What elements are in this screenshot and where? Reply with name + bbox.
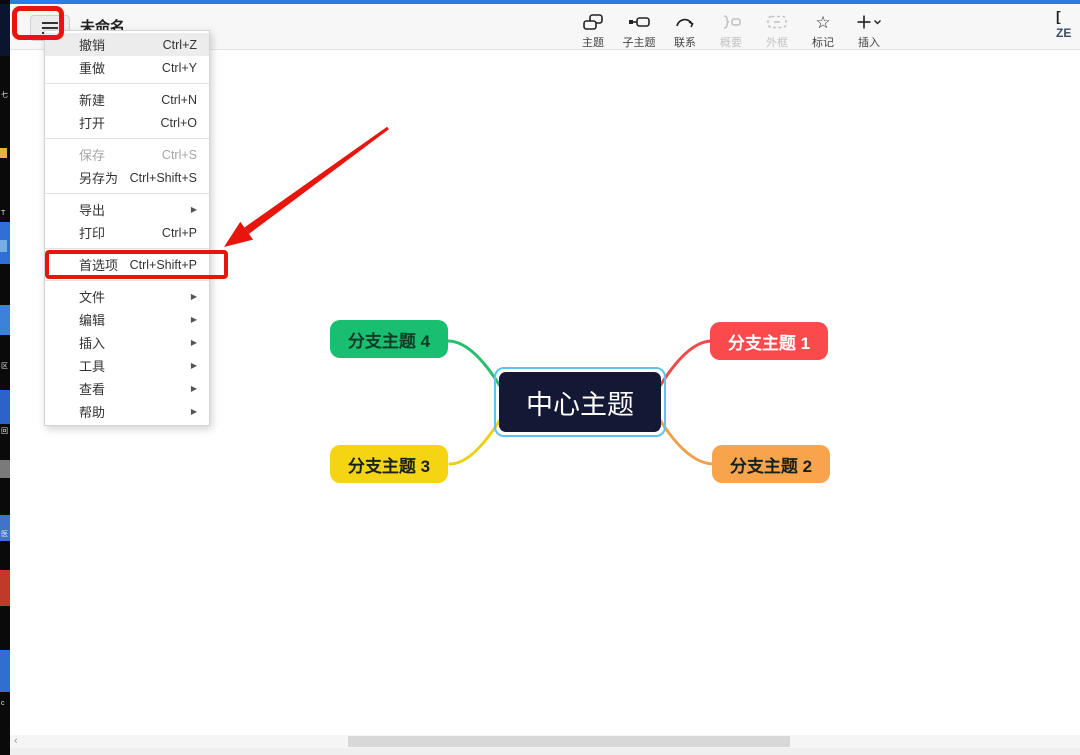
menu-separator <box>45 280 209 281</box>
toolbar-buttons: 主题 子主题 联系 概要 外框 ☆ 标记 插入 <box>570 12 892 50</box>
relationship-icon <box>674 12 696 32</box>
menu-item-new[interactable]: 新建 Ctrl+N <box>45 88 209 111</box>
taskbar-glyph: T <box>1 210 6 217</box>
taskbar-fragment <box>0 4 10 56</box>
submenu-arrow-icon: ▶ <box>190 384 197 393</box>
subtopic-button[interactable]: 子主题 <box>616 12 662 50</box>
scrollbar-left-arrow-icon[interactable]: ‹ <box>14 735 18 747</box>
taskbar-glyph: 医 <box>1 531 8 538</box>
connector-branch-3 <box>448 418 502 466</box>
taskbar-fragment <box>0 148 7 158</box>
menu-item-view[interactable]: 查看 ▶ <box>45 377 209 400</box>
insert-plus-icon <box>856 12 882 32</box>
submenu-arrow-icon: ▶ <box>190 407 197 416</box>
central-topic-node[interactable]: 中心主题 <box>499 372 661 432</box>
app-logo-icon: [ <box>1056 8 1061 24</box>
submenu-arrow-icon: ▶ <box>190 205 197 214</box>
menu-item-undo[interactable]: 撤销 Ctrl+Z <box>45 33 209 56</box>
menu-separator <box>45 83 209 84</box>
marker-star-icon: ☆ <box>815 12 831 32</box>
menu-item-help[interactable]: 帮助 ▶ <box>45 400 209 423</box>
submenu-arrow-icon: ▶ <box>190 338 197 347</box>
main-dropdown-menu: 撤销 Ctrl+Z 重做 Ctrl+Y 新建 Ctrl+N 打开 Ctrl+O 保存 Ct… <box>44 30 210 426</box>
boundary-icon <box>766 12 788 32</box>
background-window-strip: 七 T 区 回 医 c <box>0 0 10 755</box>
taskbar-fragment <box>0 570 10 606</box>
menu-item-insert[interactable]: 插入 ▶ <box>45 331 209 354</box>
hamburger-icon <box>42 22 58 24</box>
taskbar-fragment <box>0 460 10 478</box>
branch-topic-3-node[interactable]: 分支主题 3 <box>330 445 448 483</box>
submenu-arrow-icon: ▶ <box>190 361 197 370</box>
menu-separator <box>45 138 209 139</box>
taskbar-fragment <box>0 650 10 692</box>
branch-topic-1-node[interactable]: 分支主题 1 <box>710 322 828 360</box>
submenu-arrow-icon: ▶ <box>190 315 197 324</box>
taskbar-glyph: 区 <box>1 363 8 370</box>
connector-branch-2 <box>658 418 716 466</box>
summary-icon <box>720 12 742 32</box>
marker-button[interactable]: ☆ 标记 <box>800 12 846 50</box>
bottom-status-strip <box>10 748 1080 755</box>
app-window: 中心主题 分支主题 1 分支主题 2 分支主题 3 分支主题 4 未命名 主题 … <box>0 0 1080 755</box>
app-logo-badge: [ ZE <box>1056 8 1080 40</box>
connector-branch-4 <box>446 339 502 388</box>
menu-item-file[interactable]: 文件 ▶ <box>45 285 209 308</box>
relationship-button[interactable]: 联系 <box>662 12 708 50</box>
submenu-arrow-icon: ▶ <box>190 292 197 301</box>
summary-button[interactable]: 概要 <box>708 12 754 50</box>
connector-branch-1 <box>658 339 714 388</box>
subtopic-icon <box>627 12 651 32</box>
menu-separator <box>45 248 209 249</box>
taskbar-glyph: c <box>1 700 5 707</box>
branch-topic-2-node[interactable]: 分支主题 2 <box>712 445 830 483</box>
taskbar-glyph: 七 <box>1 92 8 99</box>
branch-topic-4-node[interactable]: 分支主题 4 <box>330 320 448 358</box>
topic-button[interactable]: 主题 <box>570 12 616 50</box>
menu-item-save-as[interactable]: 另存为 Ctrl+Shift+S <box>45 166 209 189</box>
menu-item-redo[interactable]: 重做 Ctrl+Y <box>45 56 209 79</box>
topic-icon <box>582 12 604 32</box>
menu-item-save[interactable]: 保存 Ctrl+S <box>45 143 209 166</box>
menu-item-print[interactable]: 打印 Ctrl+P <box>45 221 209 244</box>
taskbar-fragment <box>0 390 10 424</box>
taskbar-fragment <box>0 240 7 252</box>
menu-item-edit[interactable]: 编辑 ▶ <box>45 308 209 331</box>
horizontal-scrollbar-track[interactable]: ‹ <box>10 735 1080 748</box>
window-top-edge <box>0 0 1080 4</box>
menu-item-export[interactable]: 导出 ▶ <box>45 198 209 221</box>
menu-separator <box>45 193 209 194</box>
menu-item-open[interactable]: 打开 Ctrl+O <box>45 111 209 134</box>
boundary-button[interactable]: 外框 <box>754 12 800 50</box>
taskbar-glyph: 回 <box>1 428 8 435</box>
insert-button[interactable]: 插入 <box>846 12 892 50</box>
menu-item-tools[interactable]: 工具 ▶ <box>45 354 209 377</box>
taskbar-fragment <box>0 305 10 335</box>
horizontal-scrollbar-thumb[interactable] <box>348 736 790 747</box>
menu-item-preferences[interactable]: 首选项 Ctrl+Shift+P <box>45 253 209 276</box>
app-logo-text: ZE <box>1056 26 1072 40</box>
